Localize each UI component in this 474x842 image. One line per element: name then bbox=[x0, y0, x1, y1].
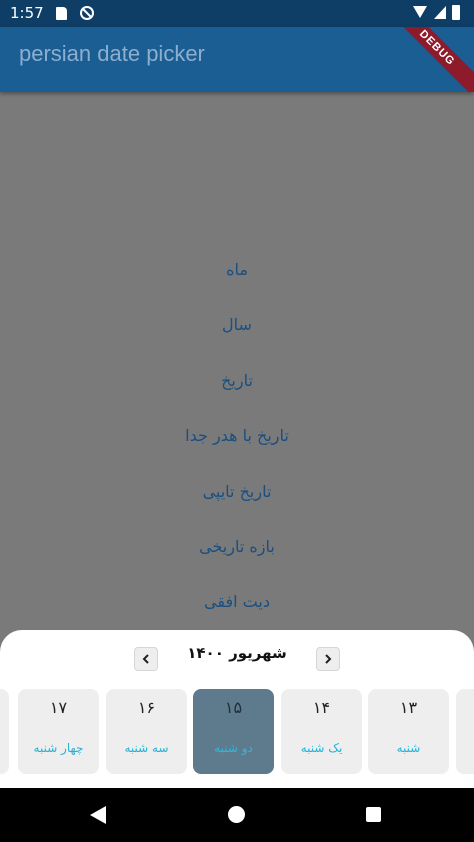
day-card[interactable]: ۱۶ سه شنبه bbox=[106, 689, 187, 774]
day-strip[interactable]: ۱۷ چهار شنبه ۱۶ سه شنبه ۱۵ دو شنبه ۱۴ یک… bbox=[0, 689, 474, 775]
day-card[interactable]: ۱۷ چهار شنبه bbox=[18, 689, 99, 774]
day-card-partial-left[interactable] bbox=[0, 689, 9, 774]
day-name: شنبه bbox=[396, 741, 421, 755]
month-year-label: شهریور ۱۴۰۰ bbox=[187, 644, 287, 662]
home-icon[interactable] bbox=[228, 806, 245, 823]
chevron-left-icon bbox=[142, 654, 149, 664]
previous-month-button[interactable] bbox=[134, 647, 158, 671]
status-bar: 1:57 bbox=[0, 0, 474, 27]
menu-item-horizontal-date[interactable]: دیت افقی bbox=[0, 592, 474, 611]
battery-icon bbox=[452, 5, 460, 20]
day-name: یک شنبه bbox=[300, 741, 343, 755]
menu-item-month[interactable]: ماه bbox=[0, 260, 474, 279]
day-card[interactable]: ۱۴ یک شنبه bbox=[281, 689, 362, 774]
wifi-icon bbox=[413, 6, 427, 18]
day-card[interactable]: ۱۳ شنبه bbox=[368, 689, 449, 774]
day-number: ۱۵ bbox=[224, 698, 243, 717]
app-title: persian date picker bbox=[19, 41, 205, 66]
system-nav-bar bbox=[0, 788, 474, 842]
menu-item-year[interactable]: سال bbox=[0, 315, 474, 334]
recent-apps-icon[interactable] bbox=[366, 807, 381, 822]
day-number: ۱۴ bbox=[312, 698, 331, 717]
day-card-selected[interactable]: ۱۵ دو شنبه bbox=[193, 689, 274, 774]
date-picker-sheet: شهریور ۱۴۰۰ ۱۷ چهار شنبه ۱۶ سه شنبه ۱۵ د… bbox=[0, 630, 474, 788]
day-number: ۱۶ bbox=[137, 698, 156, 717]
back-icon[interactable] bbox=[90, 806, 106, 824]
day-name: دو شنبه bbox=[214, 741, 253, 755]
sd-card-icon bbox=[56, 7, 67, 20]
debug-banner: DEBUG bbox=[377, 27, 474, 92]
app-bar: persian date picker DEBUG bbox=[0, 27, 474, 92]
menu-item-date[interactable]: تاریخ bbox=[0, 371, 474, 390]
day-number: ۱۷ bbox=[49, 698, 68, 717]
do-not-disturb-icon bbox=[80, 6, 94, 20]
day-card-partial-right[interactable] bbox=[456, 689, 474, 774]
signal-icon bbox=[434, 6, 446, 19]
menu-item-date-range[interactable]: بازه تاریخی bbox=[0, 537, 474, 556]
menu-item-date-separate-header[interactable]: تاریخ با هدر جدا bbox=[0, 426, 474, 445]
day-name: چهار شنبه bbox=[33, 741, 84, 755]
chevron-right-icon bbox=[325, 654, 332, 664]
day-number: ۱۳ bbox=[399, 698, 418, 717]
next-month-button[interactable] bbox=[316, 647, 340, 671]
menu-item-typed-date[interactable]: تاریخ تایپی bbox=[0, 482, 474, 501]
day-name: سه شنبه bbox=[124, 741, 169, 755]
status-time: 1:57 bbox=[10, 4, 44, 22]
